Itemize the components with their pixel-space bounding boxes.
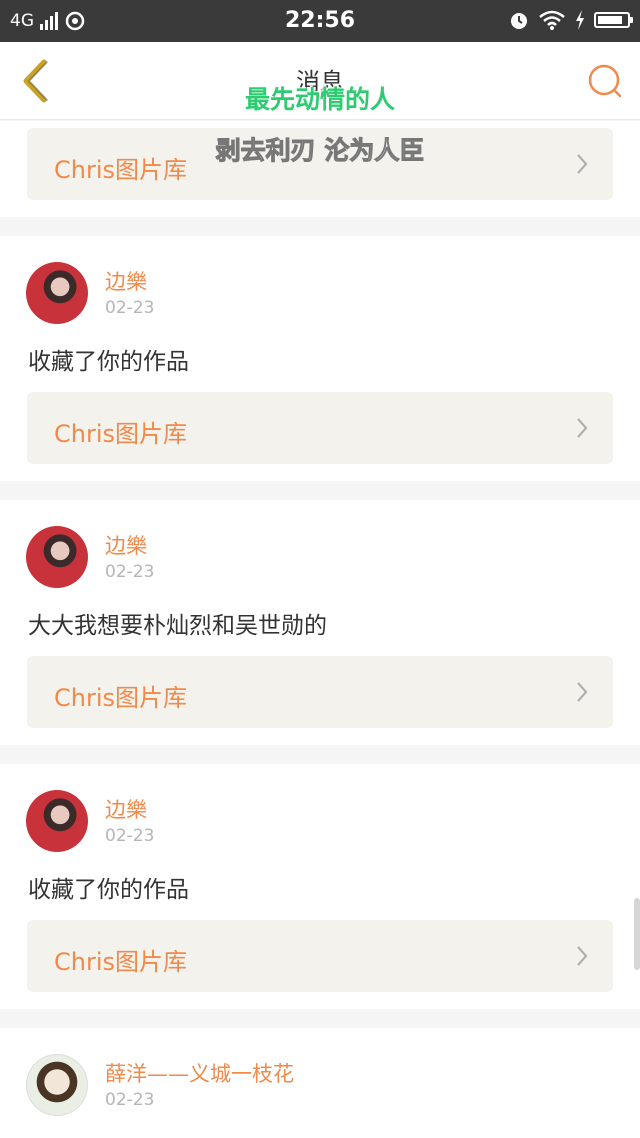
battery-level <box>598 16 622 24</box>
chevron-right-icon <box>577 682 588 702</box>
message-date: 02-23 <box>105 562 155 582</box>
message-content: 大大我想要朴灿烈和吴世勋的 <box>28 613 327 639</box>
sender-name[interactable]: 边樂 <box>105 530 147 560</box>
status-bar: 4G 22:56 <box>0 0 640 42</box>
wifi-icon <box>539 10 565 30</box>
message-card: 边樂 02-23 大大我想要朴灿烈和吴世勋的 Chris图片库 <box>0 500 640 745</box>
lyric-line-2: 剥去利刃 沦为人臣 <box>215 136 425 166</box>
message-content: 收藏了你的作品 <box>28 877 189 903</box>
avatar[interactable] <box>26 1054 88 1116</box>
gallery-link-label: Chris图片库 <box>54 684 188 712</box>
message-date: 02-23 <box>105 826 155 846</box>
scrollbar[interactable] <box>634 898 640 970</box>
battery-icon <box>594 12 633 28</box>
gallery-link-label: Chris图片库 <box>54 420 188 448</box>
gallery-link-label: Chris图片库 <box>54 948 188 976</box>
charging-icon <box>576 10 584 30</box>
message-card: 边樂 02-23 收藏了你的作品 Chris图片库 <box>0 236 640 481</box>
message-date: 02-23 <box>105 298 155 318</box>
sender-name[interactable]: 边樂 <box>105 794 147 824</box>
gallery-link[interactable]: Chris图片库 <box>27 392 613 464</box>
avatar[interactable] <box>26 262 88 324</box>
chevron-right-icon <box>577 946 588 966</box>
sender-name[interactable]: 薛洋——义城一枝花 <box>105 1058 294 1088</box>
alarm-icon <box>511 13 527 29</box>
message-content: 收藏了你的作品 <box>28 349 189 375</box>
message-card: 薛洋——义城一枝花 02-23 <box>0 1028 640 1138</box>
sender-name[interactable]: 边樂 <box>105 266 147 296</box>
gallery-link[interactable]: Chris图片库 <box>27 656 613 728</box>
chevron-right-icon <box>577 418 588 438</box>
avatar[interactable] <box>26 526 88 588</box>
message-card: 边樂 02-23 收藏了你的作品 Chris图片库 <box>0 764 640 1009</box>
lyric-line-1: 最先动情的人 <box>244 85 395 114</box>
gallery-link[interactable]: Chris图片库 <box>27 920 613 992</box>
message-date: 02-23 <box>105 1090 155 1110</box>
avatar[interactable] <box>26 790 88 852</box>
status-right <box>508 9 633 31</box>
